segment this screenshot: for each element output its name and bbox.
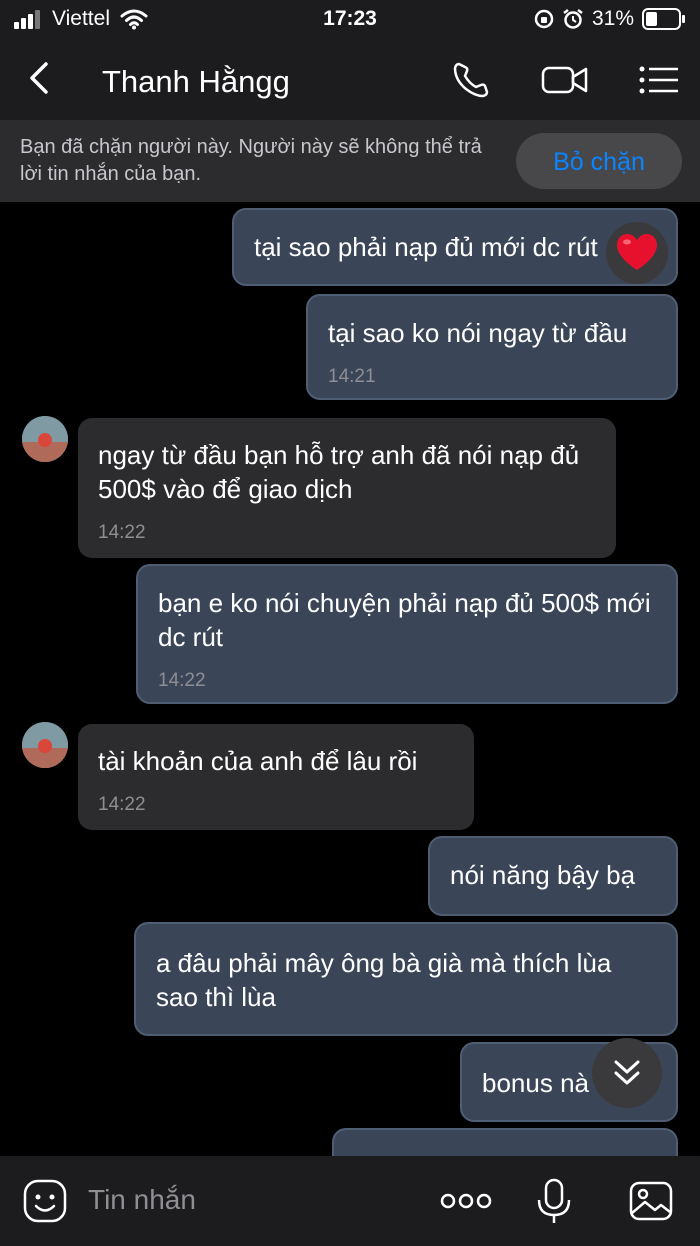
message-text: tài khoản của anh để lâu rồi: [98, 746, 418, 776]
heart-icon: [617, 234, 657, 270]
scroll-to-bottom-button[interactable]: [592, 1038, 662, 1108]
video-camera-icon[interactable]: [540, 58, 590, 102]
status-bar: Viettel 17:23 31%: [0, 0, 700, 40]
message-text: tại sao ko nói ngay từ đầu: [328, 318, 628, 348]
message-bubble-outgoing[interactable]: a đâu phải mây ông bà già mà thích lùa s…: [134, 922, 678, 1036]
message-bubble-incoming[interactable]: ngay từ đầu bạn hỗ trợ anh đã nói nạp đủ…: [78, 418, 616, 558]
message-time: 14:22: [98, 522, 146, 543]
message-text: bạn e ko nói chuyện phải nạp đủ 500$ mới…: [158, 588, 651, 652]
blocked-banner: Bạn đã chặn người này. Người này sẽ khôn…: [0, 120, 700, 202]
blocked-notice: Bạn đã chặn người này. Người này sẽ khôn…: [20, 136, 482, 185]
message-input[interactable]: Tin nhắn: [88, 1184, 196, 1216]
avatar[interactable]: [22, 722, 68, 768]
chat-header: Thanh Hằngg: [0, 40, 700, 120]
battery-percent: 31%: [591, 7, 634, 30]
phone-icon[interactable]: [449, 58, 493, 102]
message-text: tại sao phải nạp đủ mới dc rút: [254, 232, 598, 262]
double-chevron-down-icon: [614, 1060, 640, 1085]
reaction-badge[interactable]: [606, 222, 668, 284]
sticker-icon[interactable]: [22, 1178, 68, 1224]
battery-icon: [642, 8, 685, 30]
message-bubble-outgoing[interactable]: nói năng bậy bạ: [428, 836, 678, 916]
message-text: nói năng bậy bạ: [450, 860, 636, 890]
message-list[interactable]: tại sao phải nạp đủ mới dc rút tại sao k…: [0, 202, 700, 1156]
alarm-icon: [563, 9, 583, 29]
status-right: 31%: [534, 7, 686, 31]
unblock-button[interactable]: Bỏ chặn: [516, 133, 682, 189]
avatar[interactable]: [22, 416, 68, 462]
avatar-photo: [22, 722, 68, 768]
message-time: 14:22: [158, 670, 206, 691]
avatar-photo: [22, 416, 68, 462]
list-menu-icon[interactable]: [636, 58, 682, 102]
rotation-lock-icon: [534, 9, 554, 29]
message-time: 14:22: [98, 794, 146, 815]
microphone-icon[interactable]: [532, 1178, 576, 1224]
chevron-left-icon[interactable]: [26, 58, 56, 98]
message-text: ngay từ đầu bạn hỗ trợ anh đã nói nạp đủ…: [98, 440, 580, 504]
message-bubble-outgoing[interactable]: bạn e ko nói chuyện phải nạp đủ 500$ mới…: [136, 564, 678, 704]
message-bubble-outgoing[interactable]: tại sao ko nói ngay từ đầu 14:21: [306, 294, 678, 400]
message-text: a đâu phải mây ông bà già mà thích lùa s…: [156, 948, 612, 1012]
message-bubble-incoming[interactable]: tài khoản của anh để lâu rồi 14:22: [78, 724, 474, 830]
message-time: 14:21: [328, 366, 376, 387]
image-icon[interactable]: [628, 1178, 674, 1224]
message-bubble-outgoing[interactable]: [332, 1128, 678, 1156]
composer-bar: Tin nhắn: [0, 1156, 700, 1246]
more-dots-icon[interactable]: [440, 1178, 492, 1224]
contact-name[interactable]: Thanh Hằngg: [102, 64, 290, 100]
